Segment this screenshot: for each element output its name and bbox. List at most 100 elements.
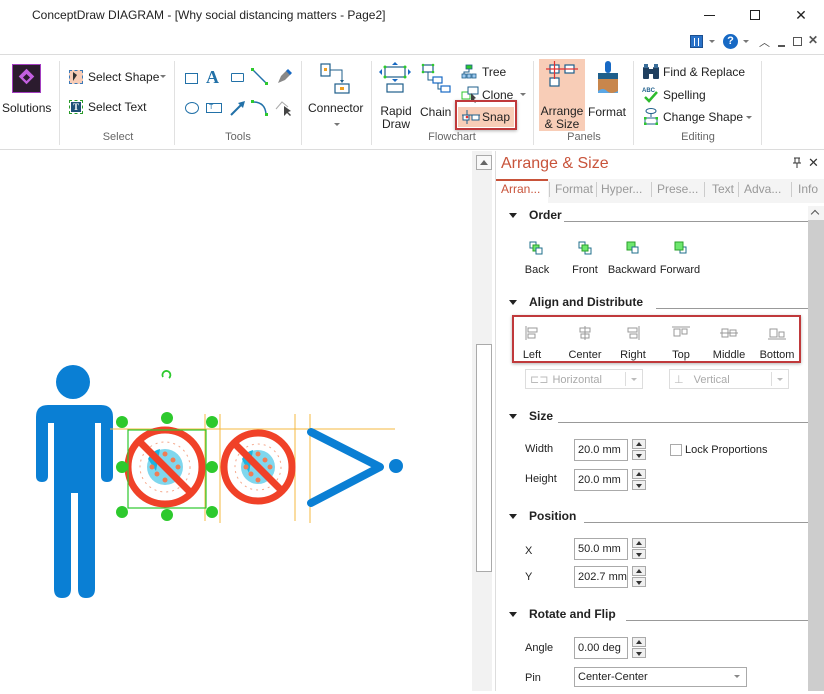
width-stepper[interactable]: [632, 439, 646, 461]
title-bar: ConceptDraw DIAGRAM - [Why social distan…: [0, 0, 824, 30]
spelling-button[interactable]: ABC Spelling: [640, 86, 720, 104]
find-replace-button[interactable]: Find & Replace: [640, 63, 750, 81]
minimize-icon: [703, 14, 715, 16]
callout-tool-icon[interactable]: [229, 71, 247, 89]
chevron-down-icon[interactable]: [743, 40, 749, 43]
order-front-button[interactable]: Front: [564, 239, 606, 281]
canvas-vertical-scrollbar[interactable]: [472, 151, 492, 691]
arc-tool-icon[interactable]: [251, 99, 269, 117]
mdi-minimize-icon[interactable]: [778, 45, 785, 47]
connector-button[interactable]: Connector: [305, 59, 369, 131]
format-button[interactable]: Format: [587, 59, 629, 131]
select-text-button[interactable]: T Select Text: [67, 99, 157, 119]
arrow-tool-icon[interactable]: [229, 99, 247, 117]
increment-button[interactable]: [632, 538, 646, 548]
y-stepper[interactable]: [632, 566, 646, 588]
scroll-thumb[interactable]: [476, 344, 492, 572]
lock-proportions-checkbox[interactable]: [670, 444, 682, 456]
resize-handle[interactable]: [116, 461, 128, 473]
select-shape-button[interactable]: Select Shape: [67, 69, 173, 89]
no-virus-icon[interactable]: [220, 429, 296, 505]
maximize-button[interactable]: [732, 2, 778, 28]
align-section-header[interactable]: Align and Distribute: [509, 295, 643, 309]
x-input[interactable]: 50.0 mm: [574, 538, 628, 560]
arrow-shape[interactable]: [307, 428, 403, 507]
order-back-button[interactable]: Back: [516, 239, 558, 281]
resize-handle[interactable]: [116, 506, 128, 518]
rotate-handle-icon[interactable]: [161, 370, 172, 379]
panel-close-icon[interactable]: ✕: [808, 155, 819, 171]
tab-text[interactable]: Text: [712, 182, 734, 196]
decrement-button[interactable]: [632, 648, 646, 658]
no-virus-icon-selected[interactable]: [124, 426, 206, 508]
order-section-header[interactable]: Order: [509, 208, 562, 222]
decrement-button[interactable]: [632, 450, 646, 460]
resize-handle[interactable]: [206, 416, 218, 428]
tab-format[interactable]: Format: [555, 182, 593, 196]
x-stepper[interactable]: [632, 538, 646, 560]
resize-handle[interactable]: [116, 416, 128, 428]
tab-arrange[interactable]: Arran...: [501, 182, 540, 196]
mdi-restore-icon[interactable]: [793, 37, 802, 46]
mdi-close-icon[interactable]: ✕: [808, 33, 818, 47]
minimize-button[interactable]: [686, 2, 732, 28]
resize-handle[interactable]: [161, 509, 173, 521]
rotate-section-header[interactable]: Rotate and Flip: [509, 607, 616, 621]
solutions-button[interactable]: Solutions: [0, 55, 56, 131]
position-section-header[interactable]: Position: [509, 509, 576, 523]
resize-handle[interactable]: [206, 461, 218, 473]
angle-input[interactable]: 0.00 deg: [574, 637, 628, 659]
person-figure[interactable]: [36, 365, 113, 598]
angle-stepper[interactable]: [632, 637, 646, 659]
decrement-button[interactable]: [632, 549, 646, 559]
distribute-vertical-select[interactable]: ⊥ Vertical: [669, 369, 789, 389]
tab-hyperlink[interactable]: Hyper...: [601, 182, 642, 196]
order-forward-button[interactable]: Forward: [656, 239, 704, 281]
order-backward-button[interactable]: Backward: [606, 239, 658, 281]
close-button[interactable]: ✕: [778, 2, 824, 28]
tree-button[interactable]: Tree: [460, 63, 520, 81]
resize-handle[interactable]: [161, 412, 173, 424]
size-section-header[interactable]: Size: [509, 409, 553, 423]
decrement-button[interactable]: [632, 480, 646, 490]
rapid-draw-button[interactable]: Rapid Draw: [375, 59, 415, 131]
increment-button[interactable]: [632, 637, 646, 647]
scroll-up-button[interactable]: [476, 155, 492, 170]
tab-advanced[interactable]: Adva...: [744, 182, 781, 196]
line-tool-icon[interactable]: [251, 68, 269, 86]
height-input[interactable]: 20.0 mm: [574, 469, 628, 491]
ellipse-tool-icon[interactable]: [183, 100, 201, 118]
change-shape-icon: [644, 108, 658, 125]
increment-button[interactable]: [632, 566, 646, 576]
polyline-tool-icon[interactable]: [275, 99, 293, 117]
text-tool-icon[interactable]: A: [206, 67, 224, 87]
resize-handle[interactable]: [206, 506, 218, 518]
panel-scroll-up-button[interactable]: [808, 206, 824, 220]
panel-layout-icon[interactable]: [690, 35, 703, 48]
textbox-tool-icon[interactable]: T: [205, 100, 223, 118]
width-input[interactable]: 20.0 mm: [574, 439, 628, 461]
decrement-button[interactable]: [632, 577, 646, 587]
increment-button[interactable]: [632, 439, 646, 449]
tab-divider: [596, 182, 597, 197]
chevron-down-icon: [746, 116, 752, 119]
arrange-size-button[interactable]: Arrange & Size: [539, 59, 585, 131]
distribute-horizontal-select[interactable]: ⊏⊐ Horizontal: [525, 369, 643, 389]
increment-button[interactable]: [632, 469, 646, 479]
change-shape-button[interactable]: Change Shape: [640, 108, 756, 126]
pen-tool-icon[interactable]: [275, 68, 293, 86]
connector-label: Connector: [308, 101, 364, 115]
chevron-down-icon[interactable]: [709, 40, 715, 43]
pin-select[interactable]: Center-Center: [574, 667, 747, 687]
chain-button[interactable]: Chain: [418, 59, 458, 131]
height-stepper[interactable]: [632, 469, 646, 491]
drawing-canvas[interactable]: [0, 151, 472, 691]
tab-presentation[interactable]: Prese...: [657, 182, 698, 196]
rectangle-tool-icon[interactable]: [183, 71, 201, 89]
tab-info[interactable]: Info: [798, 182, 818, 196]
help-icon[interactable]: ?: [723, 34, 738, 49]
collapse-ribbon-icon[interactable]: ︿: [759, 34, 770, 50]
panel-scrollbar[interactable]: [808, 206, 824, 691]
pin-icon[interactable]: [792, 157, 802, 172]
y-input[interactable]: 202.7 mm: [574, 566, 628, 588]
